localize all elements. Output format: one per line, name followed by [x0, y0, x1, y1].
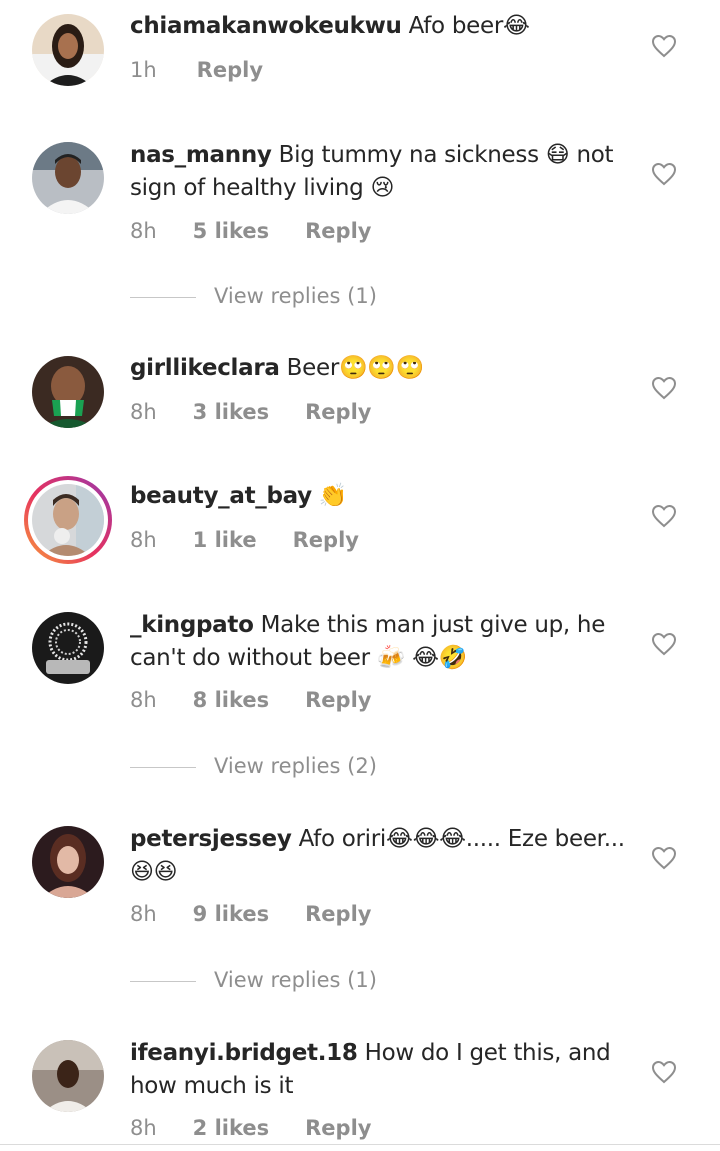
view-replies-label: View replies (2)	[214, 754, 377, 778]
reply-button[interactable]: Reply	[305, 900, 371, 928]
comment-username[interactable]: _kingpato	[130, 612, 254, 638]
avatar[interactable]	[32, 1040, 104, 1112]
comment-likes[interactable]: 3 likes	[193, 398, 269, 426]
comment-body: Beer🙄🙄🙄	[286, 355, 425, 381]
comment-body: Afo beer😂	[408, 13, 530, 39]
heart-outline-icon[interactable]	[651, 846, 677, 870]
comment-username[interactable]: ifeanyi.bridget.18	[130, 1040, 358, 1066]
bottom-divider	[0, 1144, 720, 1145]
comment-username[interactable]: beauty_at_bay	[130, 483, 312, 509]
comment-time: 8h	[130, 528, 157, 552]
reply-button[interactable]: Reply	[305, 217, 371, 245]
heart-outline-icon[interactable]	[651, 1060, 677, 1084]
comment-meta: 8h 2 likes Reply	[130, 1114, 371, 1142]
comment-username[interactable]: chiamakanwokeukwu	[130, 13, 402, 39]
avatar[interactable]	[32, 14, 104, 86]
comment-time: 8h	[130, 400, 157, 424]
comment-meta: 8h 3 likes Reply	[130, 398, 371, 426]
comment-body: 👏	[318, 483, 348, 509]
reply-button[interactable]: Reply	[305, 686, 371, 714]
heart-outline-icon[interactable]	[651, 34, 677, 58]
comment-time: 8h	[130, 219, 157, 243]
reply-button[interactable]: Reply	[197, 56, 263, 84]
avatar-story-ring[interactable]	[24, 476, 112, 564]
reply-button[interactable]: Reply	[305, 1114, 371, 1142]
divider	[130, 766, 196, 768]
comment-username[interactable]: girllikeclara	[130, 355, 280, 381]
comment-username[interactable]: nas_manny	[130, 142, 272, 168]
comment-time: 8h	[130, 902, 157, 926]
avatar[interactable]	[32, 142, 104, 214]
reply-button[interactable]: Reply	[305, 398, 371, 426]
comment-time: 8h	[130, 688, 157, 712]
view-replies-button[interactable]: View replies (1)	[130, 968, 377, 998]
comment-text: _kingpato Make this man just give up, he…	[130, 609, 630, 675]
divider	[130, 980, 196, 982]
comment-likes[interactable]: 8 likes	[193, 686, 269, 714]
comment-text: petersjessey Afo oriri😂😂😂..... Eze beer.…	[130, 823, 630, 889]
view-replies-button[interactable]: View replies (2)	[130, 754, 377, 784]
avatar	[32, 484, 104, 556]
comment-text: girllikeclara Beer🙄🙄🙄	[130, 352, 630, 385]
comment-meta: 8h 9 likes Reply	[130, 900, 371, 928]
heart-outline-icon[interactable]	[651, 632, 677, 656]
comment-likes[interactable]: 5 likes	[193, 217, 269, 245]
heart-outline-icon[interactable]	[651, 376, 677, 400]
avatar[interactable]	[32, 356, 104, 428]
comment-text: beauty_at_bay 👏	[130, 480, 630, 513]
heart-outline-icon[interactable]	[651, 162, 677, 186]
comment-time: 8h	[130, 1116, 157, 1140]
comment-text: nas_manny Big tummy na sickness 😷 not si…	[130, 139, 630, 205]
avatar[interactable]	[32, 826, 104, 898]
reply-button[interactable]: Reply	[293, 526, 359, 554]
heart-outline-icon[interactable]	[651, 504, 677, 528]
comment-meta: 8h 5 likes Reply	[130, 217, 371, 245]
comment-likes[interactable]: 2 likes	[193, 1114, 269, 1142]
view-replies-button[interactable]: View replies (1)	[130, 284, 377, 314]
avatar[interactable]	[32, 612, 104, 684]
comment-time: 1h	[130, 58, 157, 82]
comment-meta: 1h Reply	[130, 56, 263, 84]
comment-text: ifeanyi.bridget.18 How do I get this, an…	[130, 1037, 630, 1103]
divider	[130, 296, 196, 298]
comment-likes[interactable]: 9 likes	[193, 900, 269, 928]
comment-meta: 8h 8 likes Reply	[130, 686, 371, 714]
view-replies-label: View replies (1)	[214, 968, 377, 992]
comment-username[interactable]: petersjessey	[130, 826, 292, 852]
view-replies-label: View replies (1)	[214, 284, 377, 308]
comment-meta: 8h 1 like Reply	[130, 526, 359, 554]
comment-text: chiamakanwokeukwu Afo beer😂	[130, 10, 630, 43]
comment-likes[interactable]: 1 like	[193, 526, 257, 554]
